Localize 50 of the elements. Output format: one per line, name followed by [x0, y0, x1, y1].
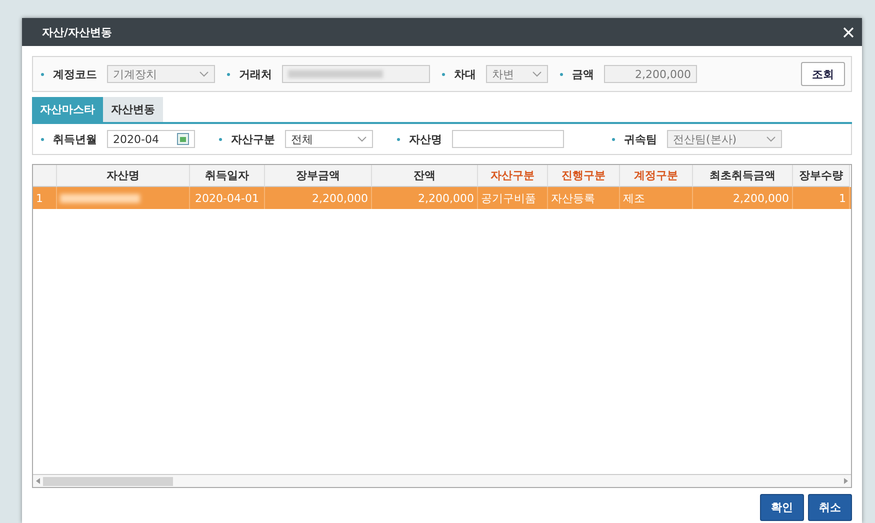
table-cell: 2020-04-01 [190, 187, 265, 209]
column-header[interactable]: 최초취득금액 [693, 165, 793, 187]
table-cell: 2,200,000 [265, 187, 372, 209]
column-header[interactable]: 자산구분 [478, 165, 548, 187]
scroll-right-icon[interactable] [844, 478, 848, 484]
horizontal-scrollbar[interactable] [33, 474, 851, 487]
bullet-icon [612, 138, 615, 140]
dialog-button[interactable]: 취소 [808, 494, 852, 521]
dropdown-field[interactable]: 전체 [285, 130, 373, 148]
field-label: 차대 [454, 66, 476, 82]
column-header[interactable]: 계정구분 [620, 165, 693, 187]
column-header[interactable]: 장부수량 [793, 165, 850, 187]
date-field[interactable]: 2020-04 [107, 130, 195, 148]
column-header[interactable]: 진행구분 [548, 165, 620, 187]
field-label: 금액 [572, 66, 594, 82]
table-cell: 공기구비품 [478, 187, 548, 209]
field-label: 취득년월 [53, 132, 97, 146]
row-number: 1 [33, 187, 57, 209]
bullet-icon [397, 138, 400, 140]
calendar-icon[interactable] [177, 133, 189, 145]
column-header[interactable]: 취득일자 [190, 165, 265, 187]
field-label: 거래처 [239, 66, 272, 82]
tab[interactable]: 자산변동 [103, 97, 163, 122]
field-label: 자산구분 [231, 132, 275, 146]
header-corner [33, 165, 57, 187]
bullet-icon [227, 72, 230, 76]
bullet-icon [41, 138, 44, 140]
bullet-icon [560, 72, 563, 76]
column-header[interactable]: 자산명 [57, 165, 190, 187]
scrollbar-thumb[interactable] [43, 476, 173, 486]
field-label: 자산명 [409, 132, 442, 146]
input-field[interactable] [452, 130, 564, 148]
dialog-button[interactable]: 확인 [760, 494, 804, 521]
chevron-down-icon[interactable] [357, 136, 367, 142]
table-cell: 2,200,000 [372, 187, 478, 209]
table-cell: 제조 [620, 187, 693, 209]
bullet-icon [41, 72, 44, 76]
bullet-icon [219, 138, 222, 140]
scroll-left-icon[interactable] [36, 478, 40, 484]
field-label: 계정코드 [53, 66, 97, 82]
table-cell: 1 [793, 187, 850, 209]
window-title: 자산/자산변동 [42, 24, 112, 40]
column-header[interactable]: 장부금액 [265, 165, 372, 187]
column-header[interactable]: 잔액 [372, 165, 478, 187]
table-cell: 자산등록 [548, 187, 620, 209]
table-cell: 2,200,000 [693, 187, 793, 209]
search-button[interactable]: 조회 [801, 62, 845, 86]
bullet-icon [442, 72, 445, 76]
field-label: 귀속팀 [624, 132, 657, 146]
close-icon[interactable] [843, 26, 854, 38]
